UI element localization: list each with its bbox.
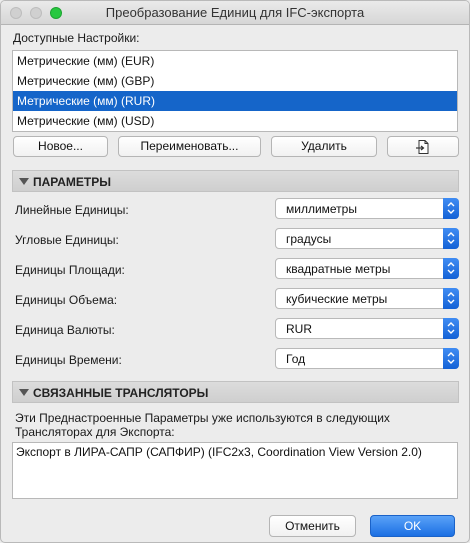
currency-unit-value: RUR <box>286 322 312 336</box>
preset-item-selected[interactable]: Метрические (мм) (RUR) <box>13 91 457 111</box>
volume-units-label: Единицы Объема: <box>15 293 118 307</box>
chevron-updown-icon <box>443 348 459 369</box>
title-bar: Преобразование Единиц для IFC-экспорта <box>1 1 469 25</box>
angular-units-value: градусы <box>286 232 332 246</box>
time-units-select[interactable]: Год <box>275 348 459 369</box>
translators-header-title: СВЯЗАННЫЕ ТРАНСЛЯТОРЫ <box>33 386 209 400</box>
rename-preset-button[interactable]: Переименовать... <box>118 136 261 157</box>
chevron-updown-icon <box>443 198 459 219</box>
volume-units-select[interactable]: кубические метры <box>275 288 459 309</box>
presets-label: Доступные Настройки: <box>13 31 140 45</box>
translators-note-line1: Эти Преднастроенные Параметры уже исполь… <box>15 411 390 425</box>
disclosure-triangle-icon <box>19 178 29 185</box>
time-units-value: Год <box>286 352 306 366</box>
chevron-updown-icon <box>443 258 459 279</box>
angular-units-select[interactable]: градусы <box>275 228 459 249</box>
linear-units-label: Линейные Единицы: <box>15 203 129 217</box>
translator-entry: Экспорт в ЛИРА-САПР (САПФИР) (IFC2x3, Co… <box>16 445 422 459</box>
window-title: Преобразование Единиц для IFC-экспорта <box>105 5 365 20</box>
linear-units-select[interactable]: миллиметры <box>275 198 459 219</box>
parameters-section-header[interactable]: ПАРАМЕТРЫ <box>12 170 459 192</box>
currency-unit-select[interactable]: RUR <box>275 318 459 339</box>
area-units-value: квадратные метры <box>286 262 391 276</box>
ifc-units-dialog: Преобразование Единиц для IFC-экспорта Д… <box>0 0 470 543</box>
ok-button[interactable]: OK <box>370 515 455 537</box>
preset-item[interactable]: Метрические (мм) (EUR) <box>13 51 457 71</box>
disclosure-triangle-icon <box>19 389 29 396</box>
volume-units-value: кубические метры <box>286 292 388 306</box>
chevron-updown-icon <box>443 228 459 249</box>
translators-section-header[interactable]: СВЯЗАННЫЕ ТРАНСЛЯТОРЫ <box>12 381 459 403</box>
delete-preset-button[interactable]: Удалить <box>271 136 377 157</box>
import-file-icon <box>415 139 431 161</box>
import-preset-button[interactable] <box>387 136 459 157</box>
linear-units-value: миллиметры <box>286 202 357 216</box>
time-units-label: Единицы Времени: <box>15 353 122 367</box>
chevron-updown-icon <box>443 318 459 339</box>
chevron-updown-icon <box>443 288 459 309</box>
preset-item[interactable]: Метрические (мм) (USD) <box>13 111 457 131</box>
area-units-label: Единицы Площади: <box>15 263 125 277</box>
new-preset-button[interactable]: Новое... <box>13 136 108 157</box>
parameters-header-title: ПАРАМЕТРЫ <box>33 175 111 189</box>
presets-list[interactable]: Метрические (мм) (EUR) Метрические (мм) … <box>12 50 458 132</box>
angular-units-label: Угловые Единицы: <box>15 233 119 247</box>
preset-item[interactable]: Метрические (мм) (GBP) <box>13 71 457 91</box>
translators-note-line2: Трансляторах для Экспорта: <box>15 425 175 439</box>
translators-list[interactable]: Экспорт в ЛИРА-САПР (САПФИР) (IFC2x3, Co… <box>12 442 458 499</box>
cancel-button[interactable]: Отменить <box>269 515 356 537</box>
currency-unit-label: Единица Валюты: <box>15 323 115 337</box>
area-units-select[interactable]: квадратные метры <box>275 258 459 279</box>
